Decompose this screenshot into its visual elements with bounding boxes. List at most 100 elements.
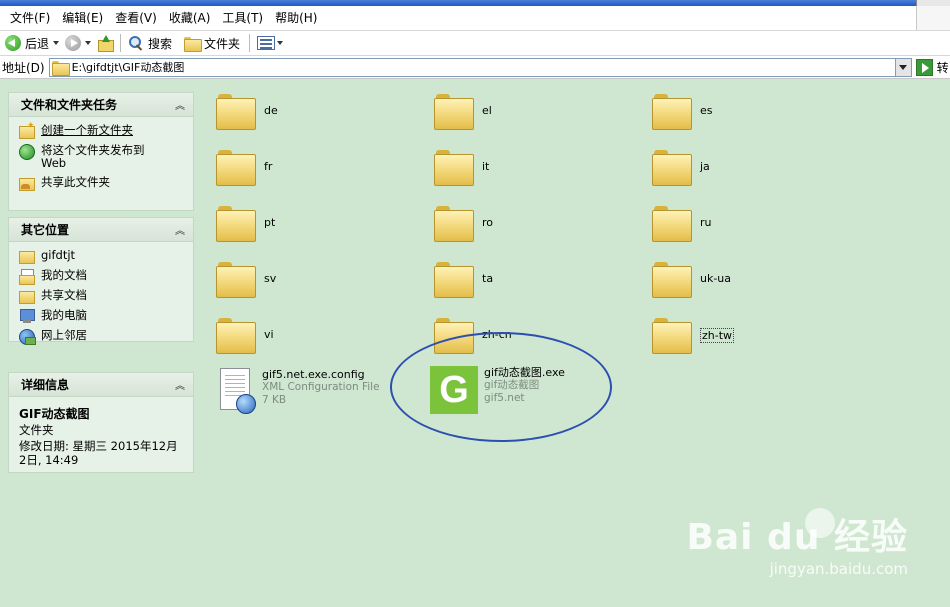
place-network[interactable]: 网上邻居 xyxy=(19,328,185,345)
views-dropdown-icon[interactable] xyxy=(277,41,284,45)
back-dropdown-icon[interactable] xyxy=(53,41,60,45)
folder-icon xyxy=(434,260,474,298)
forward-dropdown-icon[interactable] xyxy=(85,41,92,45)
address-folder-icon xyxy=(51,60,70,76)
folder-icon xyxy=(652,92,692,130)
collapse-chevron-icon[interactable]: ︽ xyxy=(175,97,185,112)
folder-item[interactable]: vi xyxy=(216,316,274,354)
address-path: E:\gifdtjt\GIF动态截图 xyxy=(71,61,185,74)
folder-icon xyxy=(434,204,474,242)
folder-icon xyxy=(216,92,256,130)
place-label: 网上邻居 xyxy=(41,328,87,342)
back-arrow-icon xyxy=(5,35,21,51)
place-label: 我的电脑 xyxy=(41,308,87,322)
task-create-folder[interactable]: 创建一个新文件夹 xyxy=(19,120,185,139)
detail-type: 文件夹 xyxy=(19,423,54,437)
folder-name: fr xyxy=(264,160,273,173)
detail-modified-1: 修改日期: 星期三 2015年12月 xyxy=(19,439,178,453)
task-publish-web-text: 将这个文件夹发布到 Web xyxy=(41,144,145,170)
folder-name: uk-ua xyxy=(700,272,732,285)
folder-item[interactable]: fr xyxy=(216,148,273,186)
folder-item[interactable]: sv xyxy=(216,260,276,298)
folder-item[interactable]: es xyxy=(652,92,713,130)
place-my-computer[interactable]: 我的电脑 xyxy=(19,309,185,323)
folder-icon xyxy=(652,316,692,354)
forward-button[interactable] xyxy=(62,32,94,54)
folder-item[interactable]: ta xyxy=(434,260,494,298)
toolbar-separator xyxy=(249,34,251,52)
folder-item[interactable]: it xyxy=(434,148,489,186)
task-publish-web-label2: Web xyxy=(41,156,67,170)
up-folder-button[interactable] xyxy=(94,32,116,54)
my-documents-icon xyxy=(19,269,35,285)
file-type: XML Configuration File xyxy=(262,381,380,393)
highlight-ellipse xyxy=(390,332,612,442)
details-panel-header[interactable]: 详细信息 ︽ xyxy=(9,373,193,397)
search-button[interactable]: 搜索 xyxy=(125,32,175,54)
share-folder-icon xyxy=(19,176,35,191)
folder-item[interactable]: ru xyxy=(652,204,712,242)
folder-icon xyxy=(434,148,474,186)
task-publish-web-label: 将这个文件夹发布到 xyxy=(41,143,145,157)
folders-button[interactable]: 文件夹 xyxy=(181,32,243,54)
menu-bar: 文件(F) 编辑(E) 查看(V) 收藏(A) 工具(T) 帮助(H) xyxy=(0,6,950,31)
task-publish-web[interactable]: 将这个文件夹发布到 Web xyxy=(19,144,185,170)
menu-edit[interactable]: 编辑(E) xyxy=(56,8,109,28)
collapse-chevron-icon[interactable]: ︽ xyxy=(175,222,185,237)
folder-name: ja xyxy=(700,160,710,173)
forward-arrow-icon xyxy=(65,35,82,51)
collapse-chevron-icon[interactable]: ︽ xyxy=(175,377,185,392)
xml-config-icon xyxy=(216,368,256,416)
address-input[interactable]: E:\gifdtjt\GIF动态截图 xyxy=(48,57,912,77)
tasks-panel-header[interactable]: 文件和文件夹任务 ︽ xyxy=(9,93,193,117)
folder-item[interactable]: el xyxy=(434,92,492,130)
go-arrow-icon xyxy=(915,58,933,76)
windows-logo-icon xyxy=(916,6,950,30)
folder-item[interactable]: de xyxy=(216,92,278,130)
folder-name: ta xyxy=(482,272,494,285)
back-button[interactable]: 后退 xyxy=(2,32,62,54)
menu-favorites[interactable]: 收藏(A) xyxy=(163,8,217,28)
place-label: 我的文档 xyxy=(41,268,87,282)
task-create-folder-label: 创建一个新文件夹 xyxy=(41,123,133,137)
folder-name: de xyxy=(264,104,278,117)
other-places-panel: 其它位置 ︽ gifdtjt 我的文档 共享文档 我的电脑 网上邻居 xyxy=(8,217,194,345)
folders-icon xyxy=(184,36,203,52)
folder-name: es xyxy=(700,104,713,117)
go-button[interactable]: 转 xyxy=(915,58,949,76)
network-places-icon xyxy=(19,329,36,345)
folder-item[interactable]: ja xyxy=(652,148,710,186)
folder-item[interactable]: ro xyxy=(434,204,494,242)
baidu-jingyan-watermark: Bai du 经验 jingyan.baidu.com xyxy=(686,508,908,578)
place-my-documents[interactable]: 我的文档 xyxy=(19,268,185,285)
file-size: 7 KB xyxy=(262,394,287,406)
address-label: 地址(D) xyxy=(2,60,45,75)
folder-name: ru xyxy=(700,216,712,229)
toolbar-separator xyxy=(120,34,122,52)
folder-icon xyxy=(652,260,692,298)
folder-name: pt xyxy=(264,216,276,229)
tasks-panel-title: 文件和文件夹任务 xyxy=(21,98,118,112)
folder-icon xyxy=(434,92,474,130)
place-shared-documents[interactable]: 共享文档 xyxy=(19,289,185,304)
menu-help[interactable]: 帮助(H) xyxy=(269,8,323,28)
search-icon xyxy=(128,35,144,51)
views-button[interactable] xyxy=(254,32,286,54)
task-share-folder[interactable]: 共享此文件夹 xyxy=(19,176,185,191)
menu-file[interactable]: 文件(F) xyxy=(4,8,56,28)
folder-item[interactable]: uk-ua xyxy=(652,260,732,298)
folder-icon xyxy=(216,260,256,298)
menu-tools[interactable]: 工具(T) xyxy=(216,8,269,28)
file-item[interactable]: gif5.net.exe.config XML Configuration Fi… xyxy=(216,368,380,416)
detail-name: GIF动态截图 xyxy=(19,407,90,421)
places-panel-header[interactable]: 其它位置 ︽ xyxy=(9,218,193,242)
shared-documents-icon xyxy=(19,289,35,304)
folder-item[interactable]: pt xyxy=(216,204,276,242)
place-gifdtjt[interactable]: gifdtjt xyxy=(19,249,185,264)
go-label: 转 xyxy=(936,60,949,75)
folder-item-selected[interactable]: zh-tw xyxy=(652,316,735,354)
menu-view[interactable]: 查看(V) xyxy=(109,8,163,28)
folder-name: ro xyxy=(482,216,494,229)
address-dropdown-icon[interactable] xyxy=(894,58,911,76)
file-meta: gif5.net.exe.config XML Configuration Fi… xyxy=(262,368,380,407)
